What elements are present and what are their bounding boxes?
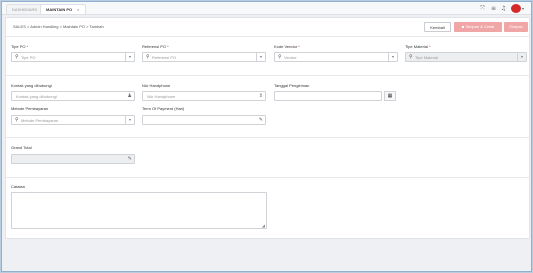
search-icon: ⚲ bbox=[15, 117, 19, 123]
tipe-po-select[interactable]: ⚲ Tipe PO ▾ bbox=[11, 52, 135, 62]
tab-label: MAINTAIN PO bbox=[46, 7, 73, 12]
kode-vendor-placeholder: Vendor bbox=[284, 55, 297, 60]
divider bbox=[6, 137, 529, 138]
referensi-po-placeholder: Referensi PO bbox=[152, 55, 177, 60]
catatan-label: Catatan bbox=[11, 184, 26, 189]
tab-maintain-po[interactable]: MAINTAIN PO × bbox=[40, 4, 86, 14]
divider bbox=[6, 177, 529, 178]
tab-label: DASHBOARD bbox=[12, 7, 38, 12]
no-handphone-placeholder: Nür Handphone bbox=[147, 94, 176, 99]
tipe-po-placeholder: Tipe PO bbox=[21, 55, 36, 60]
save-button[interactable]: Simpan bbox=[504, 22, 528, 32]
chevron-down-icon[interactable]: ▾ bbox=[522, 6, 527, 11]
grand-total-input: ✎ bbox=[11, 154, 135, 164]
save-print-label: Simpan & Cetak bbox=[465, 24, 495, 29]
back-button[interactable]: Kembali bbox=[424, 22, 451, 32]
chevron-down-icon[interactable]: ▾ bbox=[388, 53, 397, 61]
chevron-down-icon[interactable]: ▾ bbox=[256, 53, 265, 61]
pencil-icon: ✎ bbox=[258, 117, 263, 123]
top-bar: DASHBOARD MAINTAIN PO × ⤧ ≡ ♫ ▾ bbox=[2, 2, 531, 15]
divider bbox=[6, 75, 529, 76]
grand-total-label: Grand Total bbox=[11, 145, 32, 150]
referensi-po-label: Referensi PO * bbox=[142, 44, 169, 49]
term-payment-label: Term Of Payment (Hari) bbox=[142, 106, 185, 111]
kode-vendor-label: Kode Vendor * bbox=[274, 44, 300, 49]
tipe-po-label: Tipe PO * bbox=[11, 44, 29, 49]
metode-pembayaran-label: Metode Pembayaran bbox=[11, 106, 49, 111]
tipe-material-placeholder: Tipe Material bbox=[415, 55, 438, 60]
tab-dashboard[interactable]: DASHBOARD bbox=[6, 4, 44, 14]
metode-pembayaran-select[interactable]: ⚲ Metode Pembayaran ▾ bbox=[11, 115, 135, 125]
kontak-input[interactable]: Kontak yang dihubungi ♟ bbox=[11, 91, 135, 101]
expand-icon[interactable]: ⤧ bbox=[479, 5, 486, 12]
search-icon: ⚲ bbox=[15, 54, 19, 60]
search-icon: ⚲ bbox=[278, 54, 282, 60]
chevron-down-icon[interactable]: ▾ bbox=[125, 116, 134, 124]
metode-pembayaran-placeholder: Metode Pembayaran bbox=[21, 118, 59, 123]
kontak-label: Kontak yang dihubungi bbox=[11, 83, 52, 88]
catatan-textarea[interactable]: ◢ bbox=[11, 192, 267, 229]
tipe-material-select[interactable]: ⚲ Tipe Material ▾ bbox=[405, 52, 527, 62]
tanggal-pengiriman-label: Tanggal Pengiriman bbox=[274, 83, 310, 88]
calendar-icon[interactable]: ▦ bbox=[384, 91, 396, 101]
tipe-material-label: Tipe Material * bbox=[405, 44, 431, 49]
app-window: DASHBOARD MAINTAIN PO × ⤧ ≡ ♫ ▾ SALES > A… bbox=[1, 1, 532, 272]
divider bbox=[6, 36, 529, 37]
tanggal-pengiriman-input[interactable] bbox=[274, 91, 382, 101]
form-panel: SALES > Admin Handling > Maintain PO > T… bbox=[5, 17, 530, 239]
search-icon: ⚲ bbox=[146, 54, 150, 60]
no-handphone-input[interactable]: Nür Handphone ⇕ bbox=[142, 91, 266, 101]
referensi-po-select[interactable]: ⚲ Referensi PO ▾ bbox=[142, 52, 266, 62]
pencil-icon: ✎ bbox=[127, 156, 132, 162]
chevron-down-icon[interactable]: ▾ bbox=[517, 53, 526, 61]
list-icon[interactable]: ≡ bbox=[490, 5, 497, 12]
no-handphone-label: Nür Handphone bbox=[142, 83, 171, 88]
spinner-icon[interactable]: ⇕ bbox=[259, 92, 263, 101]
close-icon[interactable]: × bbox=[77, 7, 79, 12]
user-icon: ♟ bbox=[127, 93, 132, 99]
breadcrumb: SALES > Admin Handling > Maintain PO > T… bbox=[13, 24, 104, 29]
bell-icon[interactable]: ♫ bbox=[500, 5, 507, 12]
kode-vendor-select[interactable]: ⚲ Vendor ▾ bbox=[274, 52, 398, 62]
avatar[interactable] bbox=[511, 4, 521, 13]
chevron-down-icon[interactable]: ▾ bbox=[125, 53, 134, 61]
term-payment-input[interactable]: ✎ bbox=[142, 115, 266, 125]
kontak-placeholder: Kontak yang dihubungi bbox=[16, 94, 57, 99]
search-icon: ⚲ bbox=[409, 54, 413, 60]
resize-handle-icon[interactable]: ◢ bbox=[262, 223, 265, 228]
save-print-button[interactable]: ▪ Simpan & Cetak bbox=[454, 22, 502, 32]
